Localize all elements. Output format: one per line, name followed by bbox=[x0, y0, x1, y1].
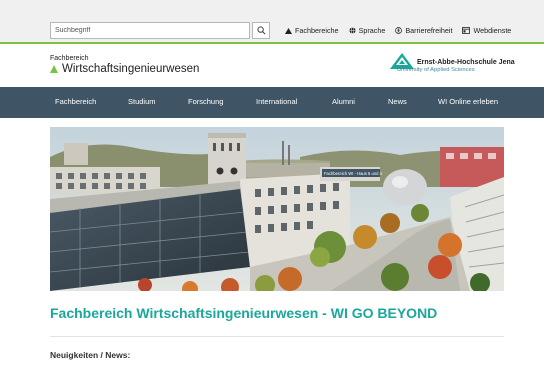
link-label: Webdienste bbox=[473, 26, 512, 35]
nav-item-wi-online[interactable]: WI Online erleben bbox=[438, 97, 498, 106]
link-label: Fachbereiche bbox=[295, 26, 339, 35]
department-label: Fachbereich bbox=[50, 55, 89, 62]
webservices-icon bbox=[462, 27, 471, 34]
link-label: Barrierefreiheit bbox=[405, 26, 453, 35]
accessibility-icon bbox=[395, 27, 403, 34]
campus-illustration: Fachbereich WI - Haus 5 und 4 bbox=[50, 127, 504, 291]
university-subtitle: University of Applied Sciences bbox=[397, 67, 475, 73]
nav-item-forschung[interactable]: Forschung bbox=[188, 97, 223, 106]
nav-item-alumni[interactable]: Alumni bbox=[332, 97, 355, 106]
nav-item-fachbereich[interactable]: Fachbereich bbox=[55, 97, 96, 106]
page-title: Fachbereich Wirtschaftsingenieurwesen - … bbox=[50, 305, 438, 321]
university-name: Ernst-Abbe-Hochschule Jena bbox=[417, 59, 515, 66]
news-heading: Neuigkeiten / News: bbox=[50, 350, 131, 360]
search-icon bbox=[256, 26, 265, 35]
link-sprache[interactable]: Sprache bbox=[349, 26, 386, 35]
main-navigation: Fachbereich Studium Forschung Internatio… bbox=[0, 87, 544, 118]
university-logo[interactable]: Ernst-Abbe-Hochschule Jena University of… bbox=[390, 53, 515, 73]
department-name-link[interactable]: Wirtschaftsingenieurwesen bbox=[50, 63, 199, 75]
link-fachbereiche[interactable]: Fachbereiche bbox=[285, 26, 339, 35]
nav-item-international[interactable]: International bbox=[256, 97, 297, 106]
building-sign: Fachbereich WI - Haus 5 und 4 bbox=[324, 171, 383, 176]
triangle-logo-icon bbox=[50, 65, 58, 73]
divider bbox=[50, 336, 504, 337]
search-input[interactable] bbox=[50, 22, 250, 39]
hero-campus-image: Fachbereich WI - Haus 5 und 4 bbox=[50, 127, 504, 291]
link-label: Sprache bbox=[358, 26, 386, 35]
nav-item-news[interactable]: News bbox=[388, 97, 407, 106]
globe-icon bbox=[349, 27, 356, 34]
nav-item-studium[interactable]: Studium bbox=[128, 97, 156, 106]
triangle-icon bbox=[285, 27, 292, 34]
top-links: Fachbereiche Sprache Barrierefreiheit We… bbox=[285, 26, 511, 35]
link-webdienste[interactable]: Webdienste bbox=[462, 26, 511, 35]
search-button[interactable] bbox=[252, 22, 270, 39]
department-name: Wirtschaftsingenieurwesen bbox=[62, 63, 200, 75]
link-barrierefreiheit[interactable]: Barrierefreiheit bbox=[395, 26, 452, 35]
